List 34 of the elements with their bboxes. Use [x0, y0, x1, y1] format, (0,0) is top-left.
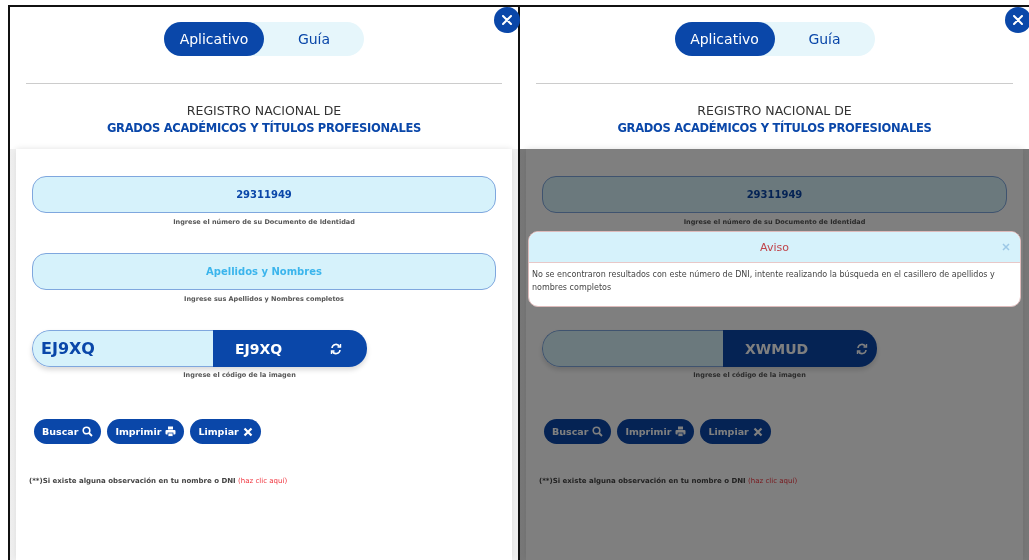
alert-message: No se encontraron resultados con este número de DNI, intente realizando la búsqueda en el casillero de apellidos y nombres completos — [531, 269, 996, 295]
captcha-input[interactable]: EJ9XQ — [32, 330, 213, 367]
refresh-icon[interactable] — [856, 342, 869, 355]
refresh-icon[interactable] — [330, 342, 343, 355]
close-button[interactable] — [1005, 7, 1029, 33]
input-field[interactable]: 29311949 — [32, 176, 496, 213]
print-button[interactable]: Imprimir — [617, 419, 695, 444]
heading-line: REGISTRO NACIONAL DE — [696, 103, 853, 118]
printer-icon — [675, 426, 687, 437]
alert-title: Aviso — [760, 240, 789, 254]
clear-button[interactable]: Limpiar — [190, 419, 261, 444]
x-icon — [242, 426, 253, 437]
captcha-input[interactable] — [542, 330, 723, 367]
heading-line: REGISTRO NACIONAL DE — [185, 103, 343, 118]
tab[interactable]: Guía — [774, 22, 875, 56]
x-icon — [752, 426, 763, 437]
tab[interactable]: Aplicativo — [674, 22, 775, 56]
printer-icon — [165, 426, 177, 437]
close-icon — [1013, 15, 1023, 25]
captcha-code: XWMUD — [745, 340, 809, 357]
close-icon — [502, 15, 512, 25]
input-field[interactable]: Apellidos y Nombres — [32, 253, 496, 290]
tab[interactable]: Aplicativo — [164, 22, 264, 56]
tab[interactable]: Guía — [264, 22, 364, 56]
print-button[interactable]: Imprimir — [107, 419, 185, 444]
search-button[interactable]: Buscar — [34, 419, 102, 444]
close-button[interactable] — [494, 7, 520, 33]
heading-title: GRADOS ACADÉMICOS Y TÍTULOS PROFESIONALES — [616, 121, 933, 135]
search-icon — [82, 426, 94, 437]
search-button[interactable]: Buscar — [544, 419, 612, 444]
clear-button[interactable]: Limpiar — [700, 419, 771, 444]
heading-title: GRADOS ACADÉMICOS Y TÍTULOS PROFESIONALES — [105, 121, 423, 135]
search-icon — [592, 426, 604, 437]
captcha-code: EJ9XQ — [235, 340, 283, 357]
